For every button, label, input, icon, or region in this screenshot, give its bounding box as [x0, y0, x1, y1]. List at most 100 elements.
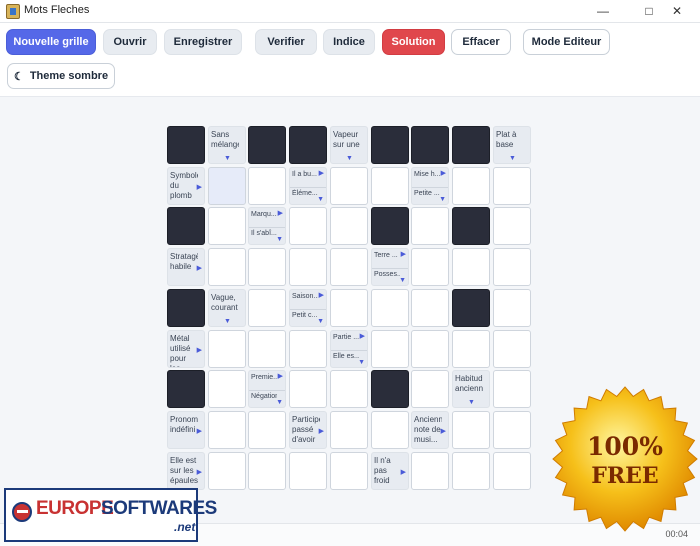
definition-cell: Plat à base ▼ — [493, 126, 531, 164]
selected-letter-cell[interactable] — [208, 167, 246, 205]
letter-cell[interactable] — [330, 289, 368, 327]
clear-button[interactable]: Effacer — [451, 29, 511, 55]
letter-cell[interactable] — [289, 370, 327, 408]
moon-icon: ☾ — [13, 70, 24, 83]
definition-text-top: Premie... — [251, 374, 277, 381]
letter-cell[interactable] — [330, 248, 368, 286]
letter-cell[interactable] — [411, 330, 449, 368]
close-button[interactable]: ✕ — [654, 0, 700, 22]
definition-cell: Symbole du plomb▶ — [167, 167, 205, 205]
letter-cell[interactable] — [208, 452, 246, 490]
window-title: Mots Fleches — [24, 4, 90, 16]
letter-cell[interactable] — [452, 248, 490, 286]
letter-cell[interactable] — [411, 452, 449, 490]
arrow-down-icon: ▼ — [317, 318, 324, 325]
letter-cell[interactable] — [371, 411, 409, 449]
letter-cell[interactable] — [330, 207, 368, 245]
arrow-right-icon: ▶ — [400, 251, 406, 258]
letter-cell[interactable] — [289, 452, 327, 490]
definition-text-top: Saison... — [292, 293, 318, 300]
black-cell — [167, 207, 205, 245]
letter-cell[interactable] — [493, 411, 531, 449]
definition-text-bottom: Elle es... — [333, 353, 359, 360]
letter-cell[interactable] — [330, 370, 368, 408]
solution-button[interactable]: Solution — [382, 29, 445, 55]
cell-divider — [290, 309, 326, 310]
letter-cell[interactable] — [371, 330, 409, 368]
definition-text: Vague, courant — [211, 293, 238, 312]
letter-cell[interactable] — [289, 330, 327, 368]
letter-cell[interactable] — [330, 452, 368, 490]
letter-cell[interactable] — [411, 248, 449, 286]
black-cell — [452, 207, 490, 245]
definition-text-top: Partie ... — [333, 334, 359, 341]
letter-cell[interactable] — [493, 289, 531, 327]
definition-text-top: Il a bu... — [292, 171, 317, 178]
verify-button[interactable]: Verifier — [255, 29, 317, 55]
minimize-button[interactable]: — — [580, 0, 626, 22]
letter-cell[interactable] — [248, 452, 286, 490]
letter-cell[interactable] — [371, 289, 409, 327]
letter-cell[interactable] — [493, 452, 531, 490]
definition-text: Métal utilisé pour les — [170, 334, 191, 367]
arrow-right-icon: ▶ — [318, 292, 324, 299]
black-cell — [289, 126, 327, 164]
letter-cell[interactable] — [208, 411, 246, 449]
letter-cell[interactable] — [371, 167, 409, 205]
save-button[interactable]: Enregistrer — [164, 29, 242, 55]
letter-cell[interactable] — [411, 370, 449, 408]
letter-cell[interactable] — [208, 330, 246, 368]
letter-cell[interactable] — [452, 167, 490, 205]
letter-cell[interactable] — [248, 167, 286, 205]
arrow-down-icon: ▼ — [276, 236, 283, 243]
definition-text-bottom: Petit c... — [292, 312, 318, 319]
cell-divider — [249, 227, 285, 228]
seal-text-percent: 100% — [587, 432, 663, 461]
arrow-down-icon: ▼ — [276, 399, 283, 406]
definition-cell: Elle est sur les épaules ▶ — [167, 452, 205, 490]
letter-cell[interactable] — [248, 289, 286, 327]
letter-cell[interactable] — [248, 411, 286, 449]
new-grid-button[interactable]: Nouvelle grille — [6, 29, 96, 55]
letter-cell[interactable] — [493, 167, 531, 205]
double-definition-cell: Marqu... ▶ Il s'abî... ▼ — [248, 207, 286, 245]
hint-button[interactable]: Indice — [323, 29, 375, 55]
black-cell — [371, 207, 409, 245]
arrow-right-icon: ▶ — [196, 428, 202, 435]
letter-cell[interactable] — [452, 452, 490, 490]
definition-cell: Stratagème habile▶ — [167, 248, 205, 286]
dark-theme-button[interactable]: ☾ Theme sombre — [7, 63, 115, 89]
arrow-right-icon: ▶ — [440, 428, 446, 435]
arrow-right-icon: ▶ — [400, 469, 406, 476]
definition-cell: Vapeur sur une ▼ — [330, 126, 368, 164]
open-button[interactable]: Ouvrir — [103, 29, 157, 55]
definition-text: Participe passé d'avoir — [292, 415, 320, 444]
arrow-down-icon: ▼ — [317, 196, 324, 203]
letter-cell[interactable] — [330, 167, 368, 205]
letter-cell[interactable] — [493, 248, 531, 286]
definition-text: Stratagème habile — [170, 252, 198, 271]
letter-cell[interactable] — [493, 370, 531, 408]
toolbar: Nouvelle grille Ouvrir Enregistrer Verif… — [0, 23, 700, 97]
arrow-right-icon: ▶ — [196, 469, 202, 476]
letter-cell[interactable] — [289, 248, 327, 286]
letter-cell[interactable] — [493, 207, 531, 245]
editor-mode-button[interactable]: Mode Editeur — [523, 29, 610, 55]
letter-cell[interactable] — [208, 207, 246, 245]
letter-cell[interactable] — [248, 248, 286, 286]
letter-cell[interactable] — [493, 330, 531, 368]
arrow-right-icon: ▶ — [318, 170, 324, 177]
letter-cell[interactable] — [208, 248, 246, 286]
double-definition-cell: Partie ... ▶ Elle es... ▼ — [330, 330, 368, 368]
letter-cell[interactable] — [411, 289, 449, 327]
definition-cell: Sans mélange ▼ — [208, 126, 246, 164]
letter-cell[interactable] — [452, 330, 490, 368]
letter-cell[interactable] — [289, 207, 327, 245]
letter-cell[interactable] — [248, 330, 286, 368]
cell-divider — [372, 268, 408, 269]
letter-cell[interactable] — [411, 207, 449, 245]
definition-text: Plat à base — [496, 130, 517, 149]
letter-cell[interactable] — [330, 411, 368, 449]
letter-cell[interactable] — [452, 411, 490, 449]
letter-cell[interactable] — [208, 370, 246, 408]
